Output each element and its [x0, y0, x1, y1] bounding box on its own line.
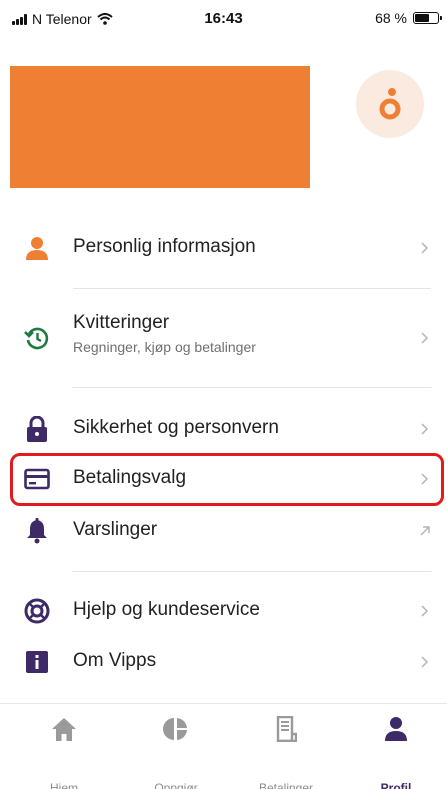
menu-item-about[interactable]: Om Vipps [0, 645, 447, 679]
battery-percent: 68 % [375, 10, 407, 26]
tab-label: Oppgjør [154, 781, 198, 789]
menu-label: Om Vipps [73, 650, 157, 671]
menu-label: Varslinger [73, 519, 158, 540]
tab-bar: Hjem Oppgjør Betalinger Profil [0, 703, 447, 789]
tab-label: Profil [380, 781, 412, 789]
tab-settlement[interactable]: Oppgjør [120, 704, 232, 789]
chevron-right-icon [421, 656, 429, 668]
menu-item-security[interactable]: Sikkerhet og personvern [0, 412, 447, 446]
lifebuoy-icon [23, 597, 51, 625]
menu-sublabel: Regninger, kjøp og betalinger [73, 339, 256, 355]
menu-label: Hjelp og kundeservice [73, 599, 260, 620]
document-icon [230, 716, 342, 744]
divider [73, 288, 431, 289]
menu-item-personal-info[interactable]: Personlig informasjon [0, 231, 447, 265]
divider [73, 571, 431, 572]
tab-label: Hjem [49, 781, 78, 789]
battery-info: 68 % [375, 10, 442, 26]
info-icon [23, 648, 51, 676]
history-icon [23, 324, 51, 352]
divider [73, 387, 431, 388]
menu-label: Sikkerhet og personvern [73, 417, 279, 438]
chevron-right-icon [421, 423, 429, 435]
highlight-frame [10, 453, 444, 506]
external-arrow-icon [420, 526, 430, 536]
menu-item-notifications[interactable]: Varslinger [0, 514, 447, 548]
menu-item-help[interactable]: Hjelp og kundeservice [0, 594, 447, 628]
vipps-logo-button[interactable] [356, 70, 424, 138]
home-icon [8, 716, 120, 744]
person-icon [23, 234, 51, 262]
status-bar: N Telenor 16:43 68 % [0, 0, 447, 40]
tab-payments[interactable]: Betalinger [230, 704, 342, 789]
pie-icon [120, 716, 232, 744]
tab-profile[interactable]: Profil [340, 704, 447, 789]
menu-label: Personlig informasjon [73, 236, 256, 257]
tab-home[interactable]: Hjem [8, 704, 120, 789]
lock-icon [23, 415, 51, 443]
menu-label: Kvitteringer [73, 312, 170, 333]
chevron-right-icon [421, 332, 429, 344]
menu-item-receipts[interactable]: Kvitteringer Regninger, kjøp og betaling… [0, 312, 447, 364]
profile-icon [340, 716, 447, 744]
chevron-right-icon [421, 242, 429, 254]
bell-icon [23, 517, 51, 545]
vipps-logo-icon [379, 88, 401, 120]
tab-label: Betalinger [258, 781, 314, 789]
chevron-right-icon [421, 605, 429, 617]
battery-icon [413, 12, 442, 24]
redacted-profile-block [10, 66, 310, 188]
